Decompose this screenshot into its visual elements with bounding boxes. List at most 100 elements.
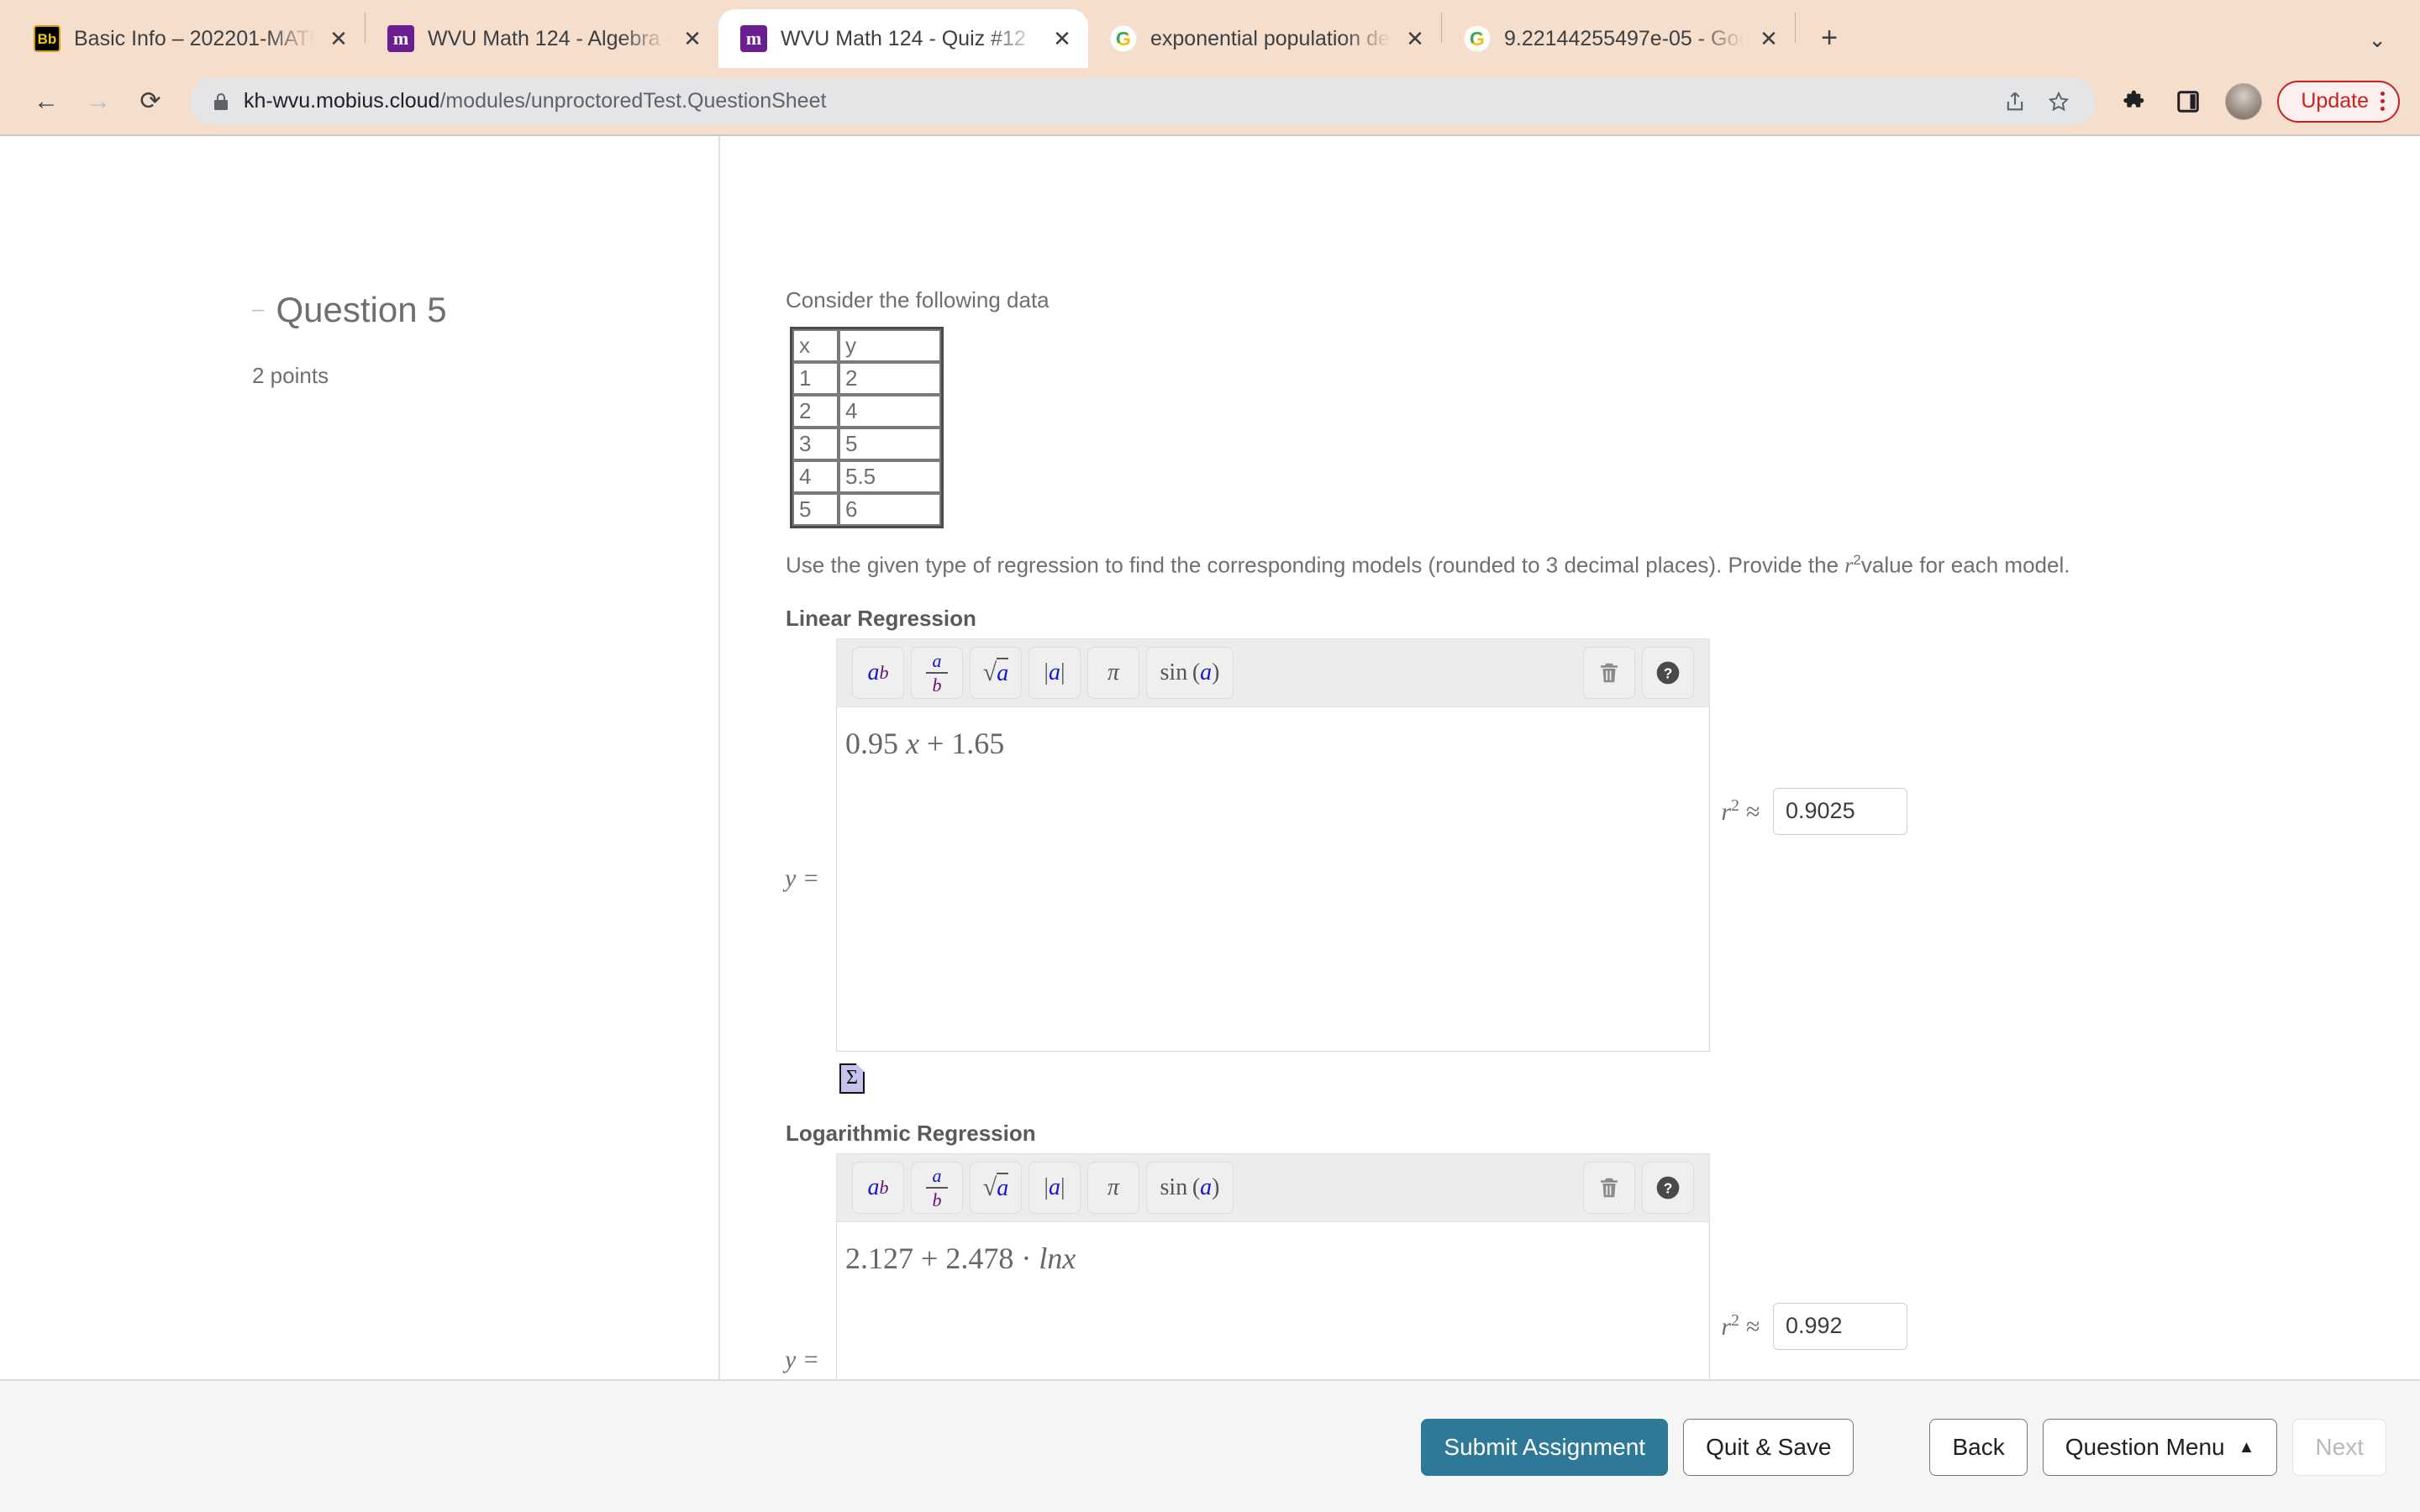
browser-tab-3[interactable]: exponential population decay c ✕ [1088, 9, 1441, 68]
absolute-value-button[interactable]: | a | [1028, 1161, 1081, 1214]
page-body: – Question 5 2 points Consider the follo… [0, 136, 2420, 1512]
logarithmic-y-equals-label: y = [785, 1346, 820, 1374]
linear-answer-text: 0.95 x + 1.65 [837, 707, 1709, 761]
tab-title: WVU Math 124 - Quiz #12 [781, 26, 1026, 50]
logarithmic-r-squared-label: r2 ≈ [1721, 1310, 1760, 1341]
sigma-document-icon[interactable]: Σ [839, 1063, 865, 1094]
tab-strip: Bb Basic Info – 202201-MATH-124 ✕ m WVU … [0, 0, 2420, 68]
mobius-icon: m [387, 25, 414, 52]
forward-button[interactable]: → [72, 76, 124, 128]
google-icon [1110, 25, 1137, 52]
linear-regression-block: ab ab √ a | a | π sin (a) ? y = 0.95 x +… [785, 638, 1907, 1094]
browser-tab-0[interactable]: Bb Basic Info – 202201-MATH-124 ✕ [12, 9, 365, 68]
help-icon[interactable]: ? [1642, 1161, 1694, 1214]
cell-x: 2 [792, 395, 839, 428]
star-icon[interactable] [2037, 80, 2081, 123]
instruction-text: Use the given type of regression to find… [786, 552, 2420, 579]
action-footer: Submit Assignment Quit & Save Back Quest… [0, 1379, 2420, 1512]
close-icon[interactable]: ✕ [1404, 28, 1426, 50]
close-icon[interactable]: ✕ [328, 28, 350, 50]
power-button[interactable]: ab [852, 1161, 904, 1214]
logarithmic-r-squared-input[interactable]: 0.992 [1773, 1302, 1907, 1350]
question-menu-button[interactable]: Question Menu ▲ [2042, 1419, 2278, 1476]
mobius-icon: m [740, 25, 767, 52]
collapse-toggle-icon[interactable]: – [252, 297, 264, 319]
cell-y: 2 [839, 362, 941, 395]
pi-button[interactable]: π [1087, 1161, 1139, 1214]
cell-y: 5.5 [839, 460, 941, 493]
math-toolbar-logarithmic: ab ab √ a | a | π sin (a) ? [836, 1152, 1710, 1222]
instruction-part1: Use the given type of regression to find… [786, 552, 1845, 578]
linear-answer-field[interactable]: y = 0.95 x + 1.65 [785, 706, 1710, 1052]
question-content: Consider the following data x y 1 2 2 4 … [718, 136, 2420, 1430]
table-header-y: y [839, 329, 941, 362]
svg-text:?: ? [1664, 1179, 1673, 1196]
share-icon[interactable] [1993, 80, 2037, 123]
logarithmic-r-squared-group: r2 ≈ 0.992 [1721, 1302, 1907, 1350]
url-text: kh-wvu.mobius.cloud/modules/unproctoredT… [244, 89, 1993, 113]
browser-tab-4[interactable]: 9.22144255497e-05 - Google ✕ [1442, 9, 1795, 68]
absolute-value-button[interactable]: | a | [1028, 646, 1081, 699]
cell-y: 6 [839, 493, 941, 526]
close-icon[interactable]: ✕ [1758, 28, 1780, 50]
avatar[interactable] [2225, 82, 2263, 120]
trash-icon[interactable] [1583, 1161, 1635, 1214]
table-header-x: x [792, 329, 839, 362]
browser-toolbar: ← → ⟳ kh-wvu.mobius.cloud/modules/unproc… [0, 68, 2420, 134]
table-row: 1 2 [792, 362, 941, 395]
submit-assignment-button[interactable]: Submit Assignment [1421, 1419, 1669, 1476]
linear-coef: 0.95 [845, 726, 898, 760]
math-toolbar-actions: ? [1583, 1161, 1694, 1214]
close-icon[interactable]: ✕ [1051, 28, 1073, 50]
new-tab-button[interactable]: + [1807, 16, 1851, 60]
square-root-button[interactable]: √ a [970, 646, 1022, 699]
next-button[interactable]: Next [2292, 1419, 2386, 1476]
table-row: 4 5.5 [792, 460, 941, 493]
lead-text: Consider the following data [786, 287, 1050, 312]
cell-y: 4 [839, 395, 941, 428]
power-button[interactable]: ab [852, 646, 904, 699]
cell-x: 5 [792, 493, 839, 526]
pi-button[interactable]: π [1087, 646, 1139, 699]
help-icon[interactable]: ? [1642, 646, 1694, 699]
sine-button[interactable]: sin (a) [1146, 1161, 1234, 1214]
reload-button[interactable]: ⟳ [124, 76, 176, 128]
log-coef: 2.478 [945, 1241, 1014, 1275]
cell-x: 1 [792, 362, 839, 395]
update-button[interactable]: Update [2277, 80, 2400, 123]
log-func: lnx [1039, 1241, 1076, 1275]
trash-icon[interactable] [1583, 646, 1635, 699]
url-host: kh-wvu.mobius.cloud [244, 89, 440, 113]
back-button[interactable]: ← [20, 76, 72, 128]
blackboard-icon: Bb [34, 25, 60, 52]
side-panel-icon[interactable] [2166, 80, 2210, 123]
tab-separator [1795, 12, 1796, 43]
url-path: /modules/unproctoredTest.QuestionSheet [439, 89, 827, 113]
linear-r-squared-input[interactable]: 0.9025 [1773, 787, 1907, 835]
kebab-menu-icon[interactable] [2381, 92, 2390, 111]
instruction-superscript: 2 [1853, 552, 1861, 568]
back-button[interactable]: Back [1929, 1419, 2028, 1476]
linear-r-squared-group: r2 ≈ 0.9025 [1721, 787, 1907, 835]
fraction-button[interactable]: ab [911, 646, 963, 699]
sine-button[interactable]: sin (a) [1146, 646, 1234, 699]
log-constant: 2.127 [845, 1241, 913, 1275]
puzzle-piece-icon[interactable] [2114, 80, 2158, 123]
tab-title: 9.22144255497e-05 - Google [1504, 26, 1744, 50]
address-bar[interactable]: kh-wvu.mobius.cloud/modules/unproctoredT… [190, 77, 2096, 125]
browser-tab-1[interactable]: m WVU Math 124 - Algebra with A ✕ [366, 9, 718, 68]
cell-x: 3 [792, 428, 839, 460]
math-toolbar-actions: ? [1583, 646, 1694, 699]
square-root-button[interactable]: √ a [970, 1161, 1022, 1214]
tab-search-chevron-down-icon[interactable]: ⌄ [2368, 27, 2386, 53]
chevron-up-icon: ▲ [2238, 1437, 2255, 1457]
close-icon[interactable]: ✕ [681, 28, 703, 50]
fraction-button[interactable]: ab [911, 1161, 963, 1214]
browser-tab-2-active[interactable]: m WVU Math 124 - Quiz #12 ✕ [718, 9, 1088, 68]
math-toolbar-linear: ab ab √ a | a | π sin (a) ? [836, 638, 1710, 707]
quit-and-save-button[interactable]: Quit & Save [1683, 1419, 1854, 1476]
instruction-part2: value for each model. [1860, 552, 2070, 578]
page-title: Question 5 [276, 290, 447, 329]
log-op: + [921, 1241, 939, 1275]
lock-icon [212, 91, 230, 113]
